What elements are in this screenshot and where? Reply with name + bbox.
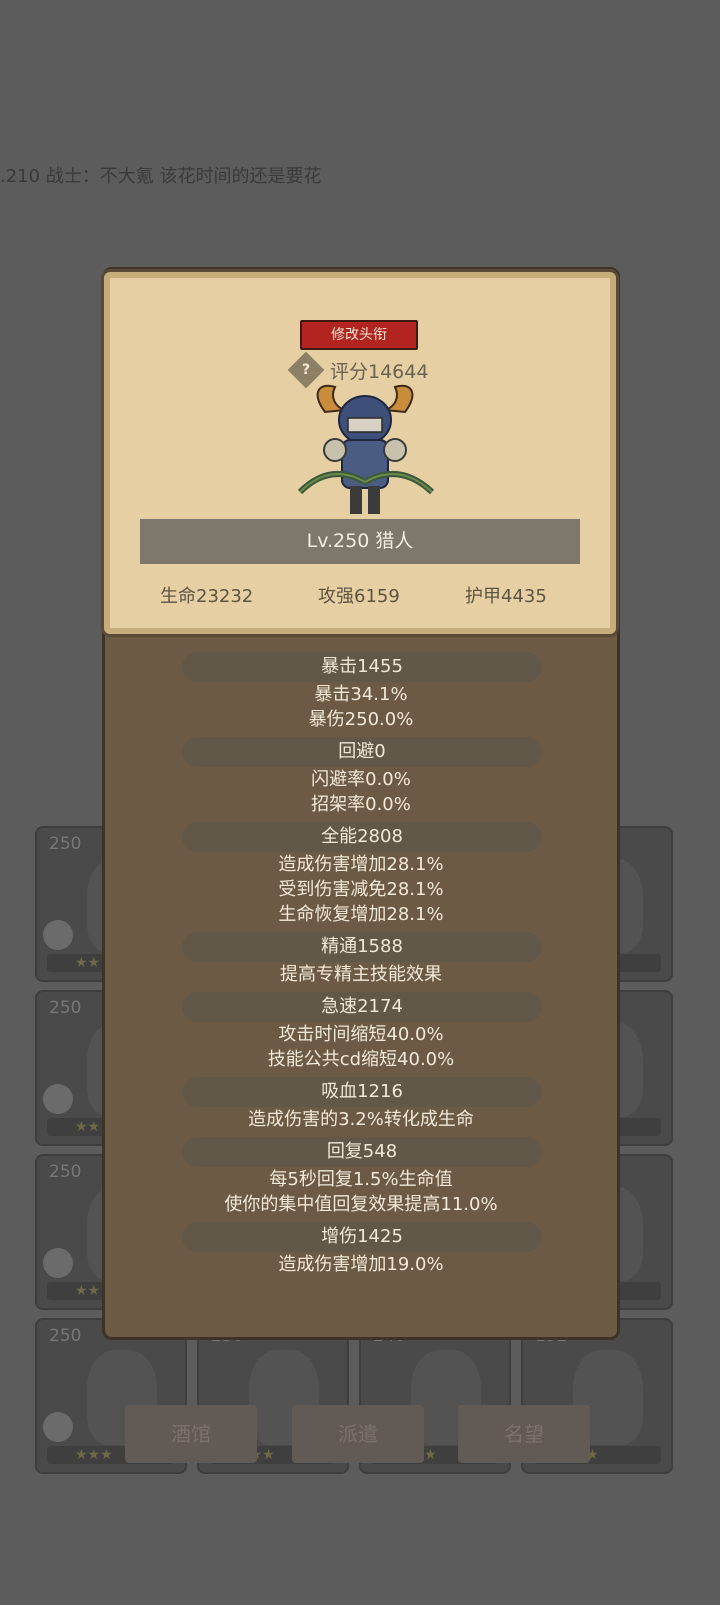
stat-header: 吸血1216 <box>182 1077 542 1107</box>
stat-detail: 提高专精主技能效果 <box>280 964 442 985</box>
class-icon <box>43 920 73 950</box>
hero-card-level: 250 <box>49 1162 82 1182</box>
hero-card-level: 250 <box>49 834 82 854</box>
score-text: 评分14644 <box>330 361 429 383</box>
stat-detail: 每5秒回复1.5%生命值 <box>269 1169 453 1190</box>
class-icon <box>43 1248 73 1278</box>
class-icon <box>43 1084 73 1114</box>
stat-header: 全能2808 <box>182 822 542 852</box>
hunter-hero-figure <box>297 384 435 514</box>
marquee-text: .210 战士：不大氪 该花时间的还是要花 <box>0 166 322 187</box>
attack-stat: 攻强6159 <box>318 586 400 607</box>
stat-detail: 生命恢复增加28.1% <box>278 904 444 925</box>
stat-detail: 招架率0.0% <box>311 794 411 815</box>
stat-header: 暴击1455 <box>182 652 542 682</box>
armor-stat: 护甲4435 <box>465 586 547 607</box>
level-class-bar: Lv.250 猎人 <box>140 519 580 564</box>
change-title-button[interactable]: 修改头衔 <box>300 320 418 350</box>
stat-detail: 造成伤害的3.2%转化成生命 <box>248 1109 474 1130</box>
stat-detail: 技能公共cd缩短40.0% <box>267 1049 455 1070</box>
hero-card-level: 250 <box>49 1326 82 1346</box>
stat-detail: 使你的集中值回复效果提高11.0% <box>224 1194 498 1215</box>
class-icon <box>43 1412 73 1442</box>
stat-header: 急速2174 <box>182 992 542 1022</box>
dispatch-button[interactable]: 派遣 <box>292 1405 424 1463</box>
stat-header: 回避0 <box>182 737 542 767</box>
hero-card-level: 250 <box>49 998 82 1018</box>
fame-button[interactable]: 名望 <box>458 1405 590 1463</box>
stat-header: 回复548 <box>182 1137 542 1167</box>
hp-stat: 生命23232 <box>160 586 254 607</box>
stat-detail: 暴击34.1% <box>314 684 408 705</box>
tavern-button[interactable]: 酒馆 <box>125 1405 257 1463</box>
stat-detail: 受到伤害减免28.1% <box>278 879 444 900</box>
stat-detail: 闪避率0.0% <box>311 769 411 790</box>
stat-detail: 暴伤250.0% <box>308 709 414 730</box>
stat-detail: 造成伤害增加28.1% <box>278 854 444 875</box>
stat-detail: 造成伤害增加19.0% <box>278 1254 444 1275</box>
stat-detail: 攻击时间缩短40.0% <box>278 1024 444 1045</box>
stat-header: 增伤1425 <box>182 1222 542 1252</box>
stat-header: 精通1588 <box>182 932 542 962</box>
